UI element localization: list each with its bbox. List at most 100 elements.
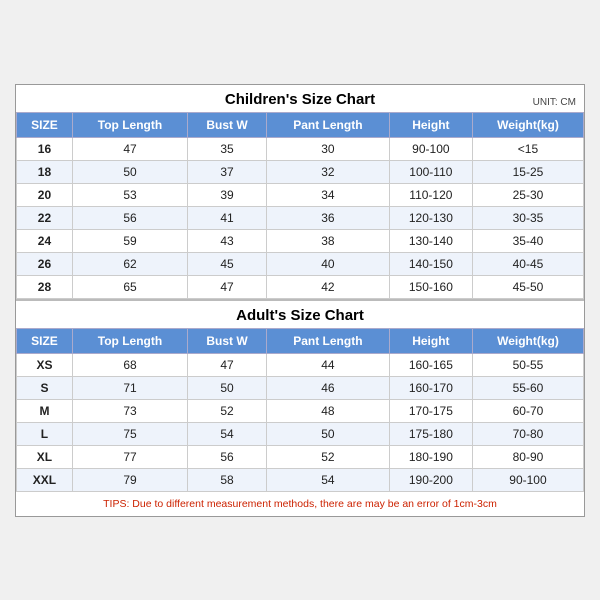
- table-cell: XS: [17, 353, 73, 376]
- table-cell: <15: [472, 137, 583, 160]
- table-cell: 50: [72, 160, 187, 183]
- adult-col-bustw: Bust W: [188, 328, 267, 353]
- table-cell: 47: [188, 275, 267, 298]
- table-cell: 42: [266, 275, 389, 298]
- table-row: 18503732100-11015-25: [17, 160, 584, 183]
- table-cell: 35-40: [472, 229, 583, 252]
- table-cell: 80-90: [472, 445, 583, 468]
- table-cell: 45-50: [472, 275, 583, 298]
- table-row: 28654742150-16045-50: [17, 275, 584, 298]
- table-cell: 100-110: [389, 160, 472, 183]
- table-cell: XL: [17, 445, 73, 468]
- table-row: 1647353090-100<15: [17, 137, 584, 160]
- table-cell: 59: [72, 229, 187, 252]
- children-tbody: 1647353090-100<1518503732100-11015-25205…: [17, 137, 584, 298]
- children-thead: SIZE Top Length Bust W Pant Length Heigh…: [17, 112, 584, 137]
- children-header-row: SIZE Top Length Bust W Pant Length Heigh…: [17, 112, 584, 137]
- table-cell: 160-170: [389, 376, 472, 399]
- table-cell: 47: [188, 353, 267, 376]
- adult-col-toplength: Top Length: [72, 328, 187, 353]
- table-cell: 47: [72, 137, 187, 160]
- table-cell: 50-55: [472, 353, 583, 376]
- table-cell: 180-190: [389, 445, 472, 468]
- table-cell: 65: [72, 275, 187, 298]
- table-cell: 190-200: [389, 468, 472, 491]
- adult-col-size: SIZE: [17, 328, 73, 353]
- table-cell: 130-140: [389, 229, 472, 252]
- table-cell: 18: [17, 160, 73, 183]
- adult-table: SIZE Top Length Bust W Pant Length Heigh…: [16, 328, 584, 492]
- table-cell: 170-175: [389, 399, 472, 422]
- table-cell: 56: [188, 445, 267, 468]
- table-row: XXL795854190-20090-100: [17, 468, 584, 491]
- table-cell: 110-120: [389, 183, 472, 206]
- table-cell: 38: [266, 229, 389, 252]
- table-cell: 60-70: [472, 399, 583, 422]
- table-cell: XXL: [17, 468, 73, 491]
- table-cell: 70-80: [472, 422, 583, 445]
- table-cell: 25-30: [472, 183, 583, 206]
- table-cell: M: [17, 399, 73, 422]
- table-row: XL775652180-19080-90: [17, 445, 584, 468]
- children-col-weight: Weight(kg): [472, 112, 583, 137]
- table-cell: 120-130: [389, 206, 472, 229]
- table-row: M735248170-17560-70: [17, 399, 584, 422]
- chart-container: Children's Size Chart UNIT: CM SIZE Top …: [15, 84, 585, 517]
- table-cell: 46: [266, 376, 389, 399]
- table-cell: 52: [266, 445, 389, 468]
- table-cell: 71: [72, 376, 187, 399]
- table-cell: 20: [17, 183, 73, 206]
- table-cell: 50: [188, 376, 267, 399]
- children-title-row: Children's Size Chart UNIT: CM: [16, 85, 584, 112]
- table-cell: 150-160: [389, 275, 472, 298]
- table-cell: 43: [188, 229, 267, 252]
- table-cell: 48: [266, 399, 389, 422]
- table-cell: 54: [266, 468, 389, 491]
- table-cell: 140-150: [389, 252, 472, 275]
- table-cell: 39: [188, 183, 267, 206]
- children-table: SIZE Top Length Bust W Pant Length Heigh…: [16, 112, 584, 299]
- children-col-size: SIZE: [17, 112, 73, 137]
- children-col-height: Height: [389, 112, 472, 137]
- table-cell: 36: [266, 206, 389, 229]
- adult-thead: SIZE Top Length Bust W Pant Length Heigh…: [17, 328, 584, 353]
- table-cell: 24: [17, 229, 73, 252]
- table-row: XS684744160-16550-55: [17, 353, 584, 376]
- children-col-pantlength: Pant Length: [266, 112, 389, 137]
- table-cell: 52: [188, 399, 267, 422]
- table-cell: 40-45: [472, 252, 583, 275]
- table-cell: 54: [188, 422, 267, 445]
- table-row: S715046160-17055-60: [17, 376, 584, 399]
- tips-text: TIPS: Due to different measurement metho…: [103, 498, 497, 510]
- adult-title: Adult's Size Chart: [26, 307, 574, 324]
- children-title: Children's Size Chart: [26, 91, 574, 108]
- table-cell: 53: [72, 183, 187, 206]
- table-cell: 175-180: [389, 422, 472, 445]
- table-cell: 62: [72, 252, 187, 275]
- table-row: 26624540140-15040-45: [17, 252, 584, 275]
- table-cell: L: [17, 422, 73, 445]
- table-cell: 30-35: [472, 206, 583, 229]
- table-row: 22564136120-13030-35: [17, 206, 584, 229]
- table-cell: 22: [17, 206, 73, 229]
- unit-label: UNIT: CM: [533, 97, 576, 108]
- table-cell: 26: [17, 252, 73, 275]
- table-cell: 50: [266, 422, 389, 445]
- table-cell: 28: [17, 275, 73, 298]
- table-row: 20533934110-12025-30: [17, 183, 584, 206]
- table-cell: 90-100: [389, 137, 472, 160]
- table-cell: 41: [188, 206, 267, 229]
- children-col-bustw: Bust W: [188, 112, 267, 137]
- table-cell: 68: [72, 353, 187, 376]
- table-cell: 32: [266, 160, 389, 183]
- table-cell: 73: [72, 399, 187, 422]
- tips-row: TIPS: Due to different measurement metho…: [16, 492, 584, 516]
- table-cell: 45: [188, 252, 267, 275]
- adult-header-row: SIZE Top Length Bust W Pant Length Heigh…: [17, 328, 584, 353]
- table-cell: 77: [72, 445, 187, 468]
- adult-tbody: XS684744160-16550-55S715046160-17055-60M…: [17, 353, 584, 491]
- table-cell: 55-60: [472, 376, 583, 399]
- table-cell: 160-165: [389, 353, 472, 376]
- adult-col-pantlength: Pant Length: [266, 328, 389, 353]
- table-cell: 40: [266, 252, 389, 275]
